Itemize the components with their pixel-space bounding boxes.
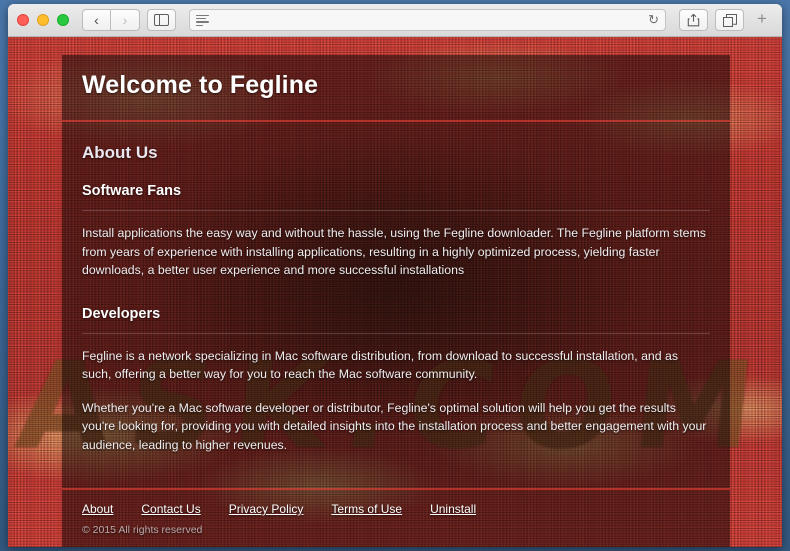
content-panel: Welcome to Fegline About Us Software Fan… xyxy=(62,55,730,547)
page-viewport: ASK.COM Welcome to Fegline About Us Soft… xyxy=(8,37,782,547)
reader-view-icon[interactable] xyxy=(196,14,209,27)
sidebar-toggle-button[interactable] xyxy=(147,9,176,31)
window-controls xyxy=(17,14,69,26)
show-tabs-button[interactable] xyxy=(715,9,744,31)
chevron-right-icon: › xyxy=(122,12,128,28)
desktop-background: ‹ › ↻ + Welcome to Fegline About Us Soft… xyxy=(0,0,790,551)
browser-toolbar: ‹ › ↻ + xyxy=(8,4,782,37)
footer-link-about[interactable]: About xyxy=(82,502,113,516)
close-window-button[interactable] xyxy=(17,14,29,26)
navigation-buttons: ‹ › xyxy=(82,9,140,31)
tabs-icon xyxy=(722,13,737,27)
footer-link-contact-us[interactable]: Contact Us xyxy=(141,502,200,516)
section-developers: Developers Fegline is a network speciali… xyxy=(62,306,730,483)
section-title: Developers xyxy=(82,305,161,322)
zoom-window-button[interactable] xyxy=(57,14,69,26)
new-tab-button[interactable]: + xyxy=(751,9,773,31)
page-title: Welcome to Fegline xyxy=(82,71,319,99)
sidebar-icon xyxy=(154,14,169,26)
back-button[interactable]: ‹ xyxy=(82,9,111,31)
footer-links: About Contact Us Privacy Policy Terms of… xyxy=(82,502,710,516)
share-button[interactable] xyxy=(679,9,708,31)
section-divider xyxy=(82,210,710,211)
browser-window: ‹ › ↻ + Welcome to Fegline About Us Soft… xyxy=(8,4,782,547)
copyright-text: © 2015 All rights reserved xyxy=(82,524,203,536)
footer-link-uninstall[interactable]: Uninstall xyxy=(430,502,476,516)
section-title: Software Fans xyxy=(82,183,182,199)
section-software-fans: Software Fans Install applications the e… xyxy=(62,183,730,286)
page-footer: About Contact Us Privacy Policy Terms of… xyxy=(62,490,730,547)
minimize-window-button[interactable] xyxy=(37,14,49,26)
footer-link-privacy-policy[interactable]: Privacy Policy xyxy=(229,502,304,516)
about-us-heading: About Us xyxy=(82,143,158,162)
section-paragraph: Fegline is a network specializing in Mac… xyxy=(82,348,679,382)
footer-link-terms-of-use[interactable]: Terms of Use xyxy=(331,502,402,516)
section-paragraph: Install applications the easy way and wi… xyxy=(82,226,706,277)
share-icon xyxy=(687,13,700,27)
address-bar[interactable]: ↻ xyxy=(189,9,666,31)
toolbar-right-tools: + xyxy=(679,9,773,31)
chevron-left-icon: ‹ xyxy=(94,12,99,28)
section-divider xyxy=(82,332,710,334)
section-paragraph: Whether you're a Mac software developer … xyxy=(82,400,707,452)
reload-button[interactable]: ↻ xyxy=(642,12,659,28)
forward-button[interactable]: › xyxy=(111,9,140,31)
